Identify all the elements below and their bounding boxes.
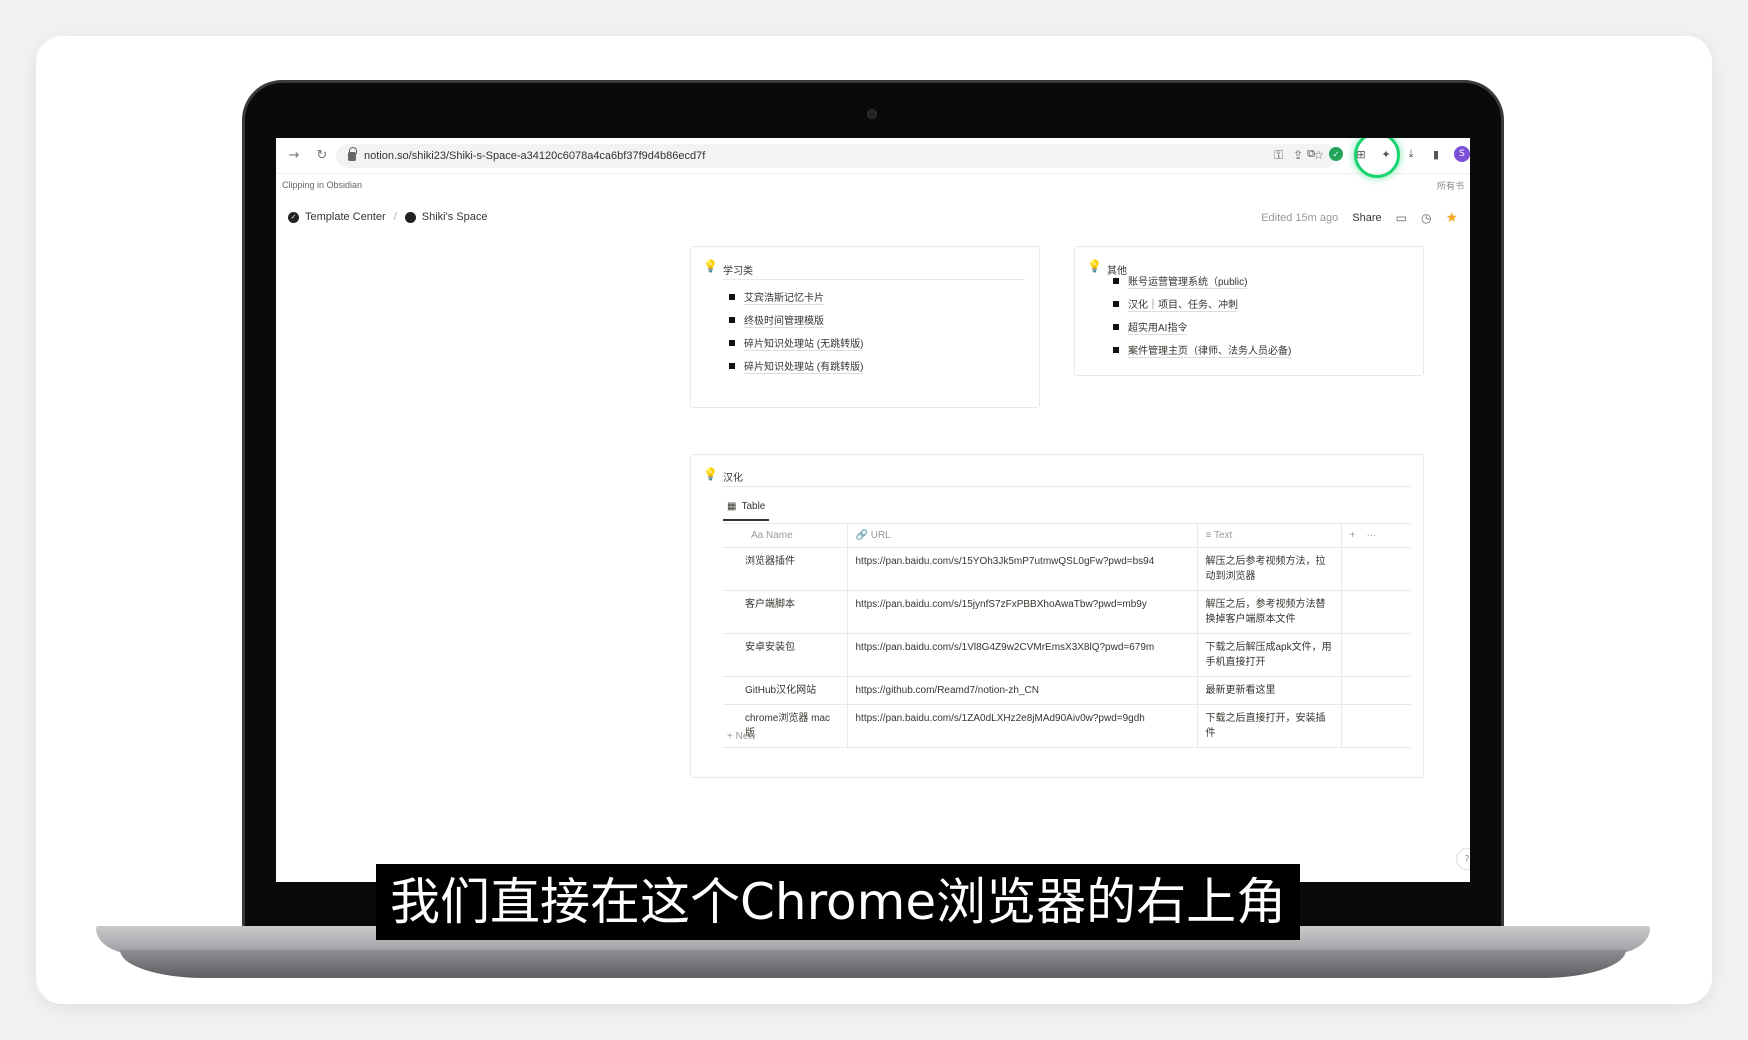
tab-table[interactable]: ▦ Table: [727, 501, 765, 512]
breadcrumb-item-template-center[interactable]: Template Center: [305, 211, 386, 223]
column-header-url[interactable]: 🔗 URL: [847, 523, 1198, 548]
all-bookmarks[interactable]: 所有书: [1437, 179, 1464, 192]
database-table: Aa Name 🔗 URL ≡ Text + ··· 浏览器插件 https:/…: [723, 523, 1411, 748]
lock-icon: [348, 146, 357, 161]
cell-name[interactable]: 浏览器插件: [723, 547, 848, 591]
table-header-row: Aa Name 🔗 URL ≡ Text + ···: [723, 523, 1411, 548]
favorite-star-icon[interactable]: ★: [1445, 209, 1458, 226]
list-item[interactable]: 超实用AI指令: [1113, 315, 1291, 338]
list-item[interactable]: 碎片知识处理站 (无跳转版): [729, 331, 864, 354]
table-row[interactable]: 客户端脚本 https://pan.baidu.com/s/15jynfS7zF…: [723, 590, 1411, 634]
table-row[interactable]: 浏览器插件 https://pan.baidu.com/s/15YOh3Jk5m…: [723, 547, 1411, 591]
table-row[interactable]: 安卓安装包 https://pan.baidu.com/s/1Vl8G4Z9w2…: [723, 633, 1411, 677]
cell-empty: [1341, 590, 1411, 634]
cell-text[interactable]: 解压之后参考视频方法，拉动到浏览器: [1197, 547, 1342, 591]
share-icon[interactable]: ⇪: [1293, 148, 1303, 163]
bookmarks-bar: Clipping in Obsidian 所有书: [276, 174, 1470, 196]
browser-toolbar: → ↻ notion.so/shiki23/Shiki-s-Space-a341…: [276, 138, 1470, 178]
forward-icon[interactable]: →: [284, 146, 304, 166]
download-icon[interactable]: ⤓: [1404, 147, 1418, 161]
study-list: 艾宾浩斯记忆卡片 终极时间管理模版 碎片知识处理站 (无跳转版) 碎片知识处理站…: [729, 285, 864, 377]
cell-text[interactable]: 下载之后解压成apk文件，用手机直接打开: [1197, 633, 1342, 677]
side-panel-icon[interactable]: ▮: [1429, 147, 1443, 161]
new-row-button[interactable]: + New: [727, 731, 756, 742]
column-header-text[interactable]: ≡ Text: [1197, 523, 1342, 548]
laptop-screen: → ↻ notion.so/shiki23/Shiki-s-Space-a341…: [276, 138, 1470, 882]
template-center-icon: ✓: [288, 211, 299, 223]
extension-icon[interactable]: ⧉: [1304, 147, 1318, 161]
lightbulb-icon: 💡: [1087, 259, 1102, 273]
space-icon: [404, 211, 416, 223]
list-item[interactable]: 碎片知识处理站 (有跳转版): [729, 354, 864, 377]
list-item[interactable]: 案件管理主页（律师、法务人员必备): [1113, 338, 1292, 361]
list-item[interactable]: 账号运营管理系统（public): [1113, 269, 1291, 292]
share-button[interactable]: Share: [1352, 212, 1381, 224]
text-lines-icon: ≡: [1205, 530, 1214, 541]
edited-status: Edited 15m ago: [1261, 211, 1339, 224]
list-item[interactable]: 汉化｜项目、任务、冲刺: [1113, 292, 1291, 315]
cell-empty: [1341, 676, 1411, 705]
profile-avatar[interactable]: S: [1454, 146, 1470, 162]
cell-empty: [1341, 633, 1411, 677]
comment-icon[interactable]: ▭: [1396, 211, 1407, 225]
list-item[interactable]: 终极时间管理模版: [729, 308, 863, 331]
tab-underline: [723, 519, 769, 521]
history-icon[interactable]: ◷: [1421, 211, 1431, 225]
cell-name[interactable]: 安卓安装包: [723, 633, 848, 677]
cell-url[interactable]: https://pan.baidu.com/s/15YOh3Jk5mP7utmw…: [847, 547, 1198, 591]
callout-hanhua: 💡 汉化 ▦ Table Aa Name 🔗 URL ≡ Text + ··· …: [690, 454, 1424, 778]
cell-empty: [1341, 704, 1411, 748]
cell-url[interactable]: https://github.com/Reamd7/notion-zh_CN: [847, 676, 1198, 705]
lightbulb-icon: 💡: [703, 467, 718, 481]
address-bar[interactable]: notion.so/shiki23/Shiki-s-Space-a34120c6…: [336, 144, 1336, 168]
breadcrumb-item-space[interactable]: Shiki's Space: [422, 211, 488, 223]
callout-other: 💡 其他 账号运营管理系统（public) 汉化｜项目、任务、冲刺 超实用AI指…: [1074, 246, 1424, 376]
other-list: 账号运营管理系统（public) 汉化｜项目、任务、冲刺 超实用AI指令 案件管…: [1113, 269, 1292, 361]
cell-url[interactable]: https://pan.baidu.com/s/15jynfS7zFxPBBXh…: [847, 590, 1198, 634]
cell-text[interactable]: 最新更新看这里: [1197, 676, 1342, 705]
cell-url[interactable]: https://pan.baidu.com/s/1ZA0dLXHz2e8jMAd…: [847, 704, 1198, 748]
divider: [723, 279, 1025, 280]
camera-icon: [867, 109, 877, 119]
breadcrumb-separator: /: [393, 211, 397, 223]
callout-study: 💡 学习类 艾宾浩斯记忆卡片 终极时间管理模版 碎片知识处理站 (无跳转版) 碎…: [690, 246, 1040, 408]
cell-name[interactable]: GitHub汉化网站: [723, 676, 848, 705]
video-subtitle: 我们直接在这个Chrome浏览器的右上角: [376, 864, 1301, 940]
breadcrumb: ✓ Template Center / Shiki's Space: [288, 211, 487, 223]
column-header-name[interactable]: Aa Name: [723, 523, 848, 548]
cell-text[interactable]: 解压之后，参考视频方法替换掉客户端原本文件: [1197, 590, 1342, 634]
key-icon[interactable]: ⚿: [1274, 148, 1283, 163]
callout-title: 汉化: [723, 473, 743, 484]
table-row[interactable]: GitHub汉化网站 https://github.com/Reamd7/not…: [723, 676, 1411, 705]
url-text: notion.so/shiki23/Shiki-s-Space-a34120c6…: [364, 150, 706, 162]
cell-name[interactable]: 客户端脚本: [723, 590, 848, 634]
table-row[interactable]: chrome浏览器 mac版 https://pan.baidu.com/s/1…: [723, 704, 1411, 748]
click-highlight-ring: [1354, 138, 1400, 178]
green-extension-icon[interactable]: ✓: [1329, 147, 1343, 161]
help-icon[interactable]: ?: [1456, 848, 1470, 870]
bookmark-item[interactable]: Clipping in Obsidian: [282, 180, 362, 190]
notion-topbar: ✓ Template Center / Shiki's Space Edited…: [276, 200, 1470, 234]
cell-empty: [1341, 547, 1411, 591]
laptop-base-bottom: [120, 950, 1626, 978]
link-icon: 🔗: [855, 530, 871, 541]
reload-icon[interactable]: ↻: [312, 146, 332, 166]
cell-url[interactable]: https://pan.baidu.com/s/1Vl8G4Z9w2CVMrEm…: [847, 633, 1198, 677]
lightbulb-icon: 💡: [703, 259, 718, 273]
cell-text[interactable]: 下载之后直接打开，安装插件: [1197, 704, 1342, 748]
divider: [723, 486, 1411, 487]
add-column-button[interactable]: + ···: [1341, 523, 1411, 548]
list-item[interactable]: 艾宾浩斯记忆卡片: [729, 285, 863, 308]
callout-title: 学习类: [723, 266, 753, 277]
table-icon: ▦: [727, 501, 737, 512]
